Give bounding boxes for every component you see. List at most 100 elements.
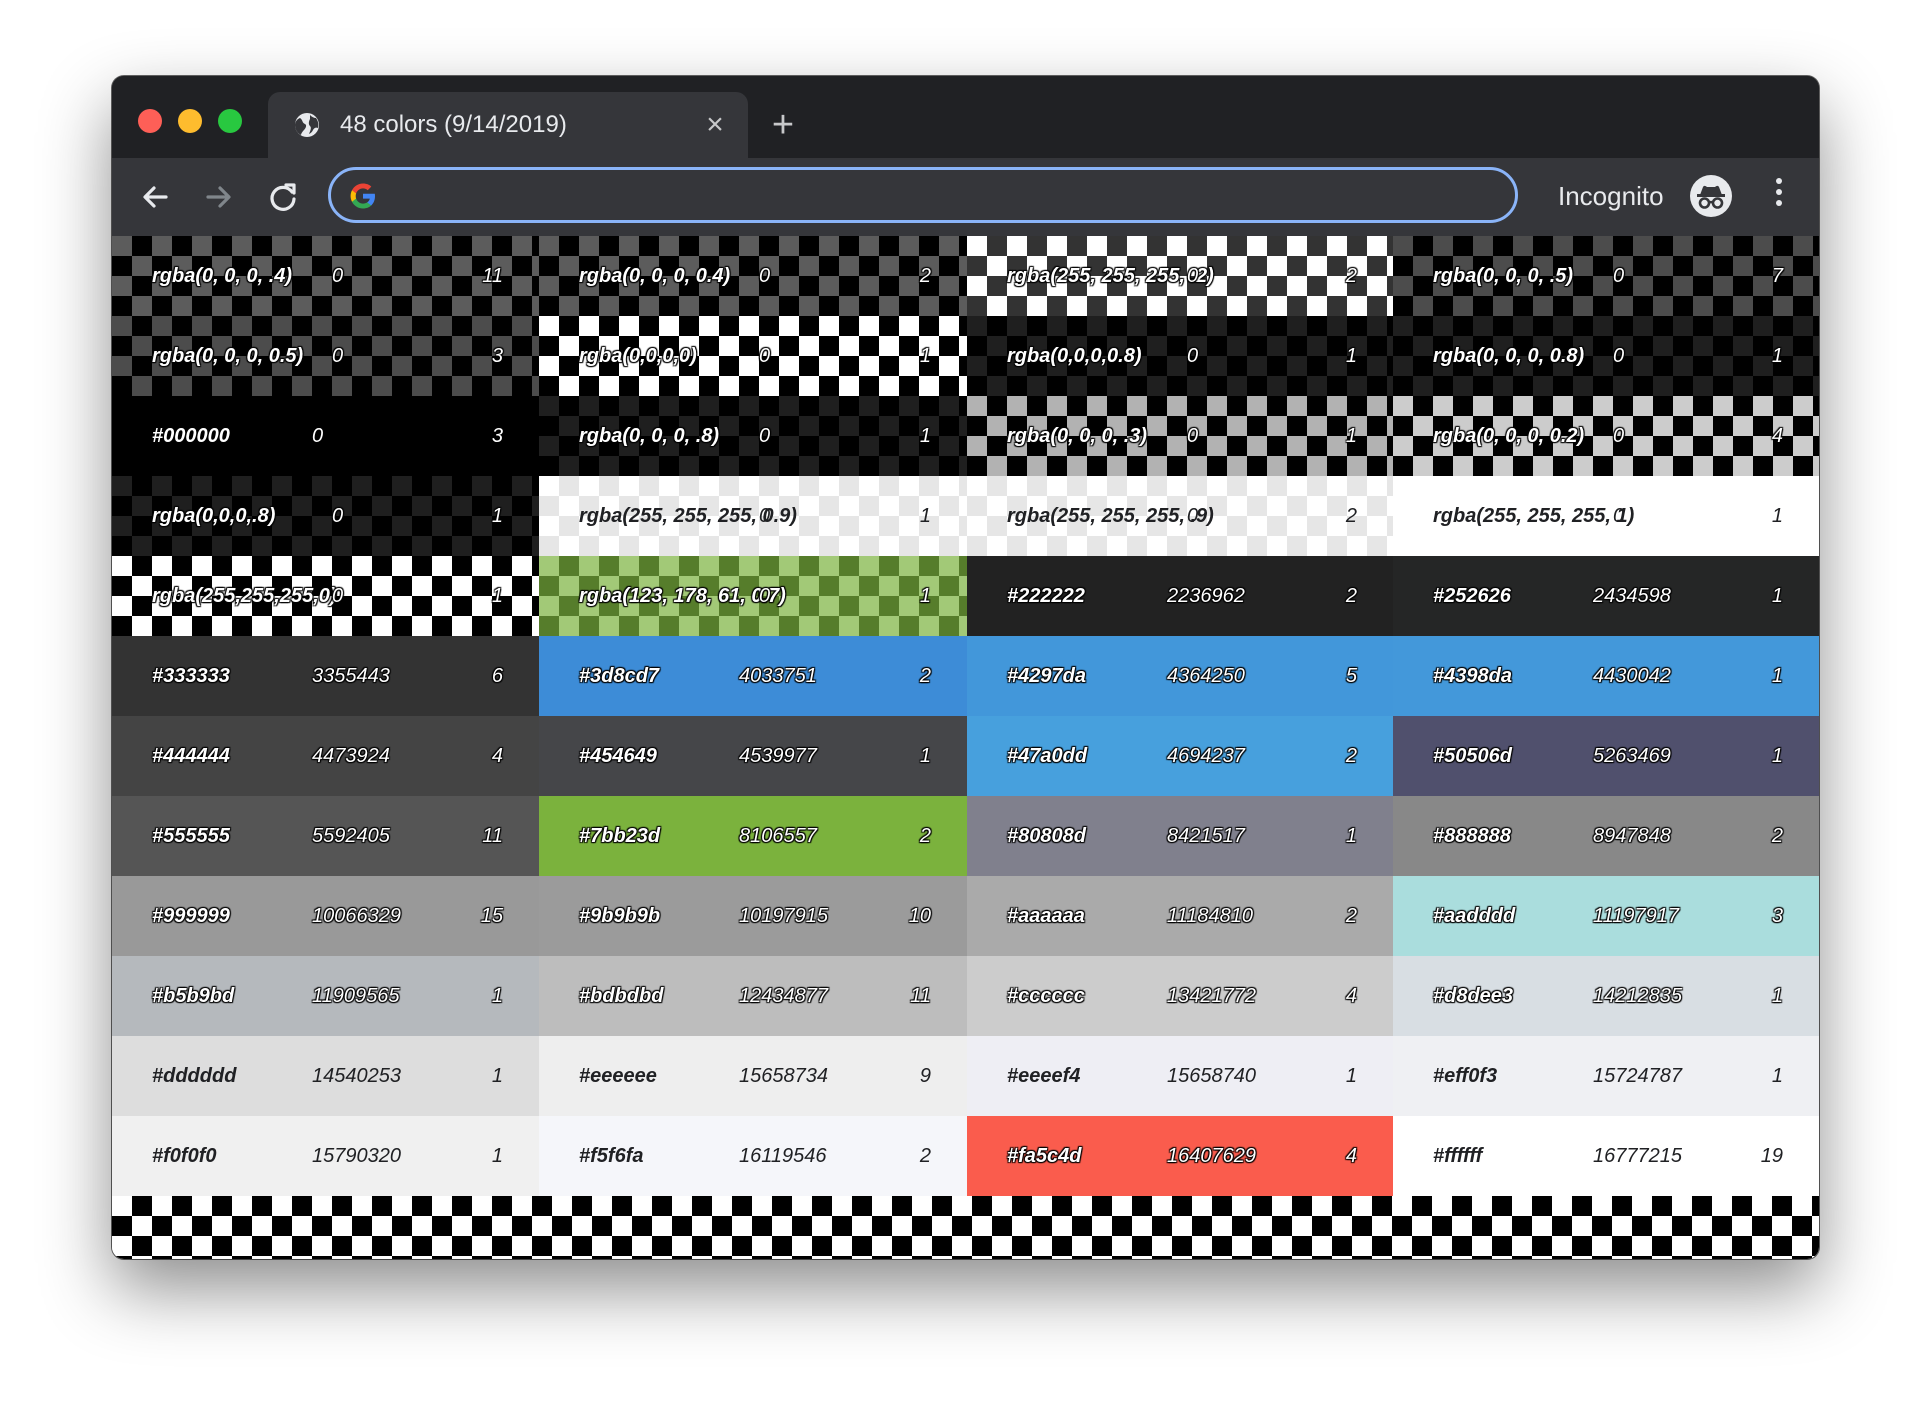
color-number: 16777215: [1593, 1145, 1682, 1167]
color-number: 8106557: [739, 825, 817, 847]
color-count: 1: [1345, 825, 1357, 847]
color-label: rgba(255,255,255,0): [152, 585, 337, 607]
color-cell: rgba(0, 0, 0, .5) 0 7: [1393, 236, 1819, 316]
color-count: 7: [1771, 265, 1783, 287]
color-count: 5: [1345, 665, 1357, 687]
color-number: 0: [759, 585, 771, 607]
color-cell: rgba(0, 0, 0, 0.5) 0 3: [112, 316, 539, 396]
color-number: 11197917: [1593, 905, 1680, 927]
color-cell: #333333 3355443 6: [112, 636, 539, 716]
color-count: 1: [1345, 345, 1357, 367]
color-count: 1: [919, 745, 931, 767]
color-cell: #aadddd 11197917 3: [1393, 876, 1819, 956]
color-number: 0: [759, 345, 771, 367]
zoom-window-button[interactable]: [218, 109, 242, 133]
new-tab-button[interactable]: +: [768, 106, 798, 144]
color-label: rgba(0, 0, 0, 0.8): [1433, 345, 1585, 367]
color-number: 0: [1613, 265, 1625, 287]
color-count: 1: [1771, 745, 1783, 767]
color-number: 15724787: [1593, 1065, 1682, 1087]
address-bar[interactable]: [328, 167, 1518, 223]
color-number: 8421517: [1167, 825, 1245, 847]
color-label: #333333: [152, 665, 230, 687]
color-cell: rgba(0, 0, 0, .3) 0 1: [967, 396, 1393, 476]
color-label: #f5f6fa: [579, 1145, 644, 1167]
color-count: 2: [1345, 585, 1357, 607]
globe-icon: [294, 112, 320, 138]
color-count: 1: [491, 505, 503, 527]
color-cell: #222222 2236962 2: [967, 556, 1393, 636]
color-number: 0: [1613, 345, 1625, 367]
color-number: 0: [332, 585, 344, 607]
page-content: rgba(0, 0, 0, .4) 0 11 rgba(0, 0, 0, 0.4) 0 2…: [112, 236, 1819, 1259]
color-label: #454649: [579, 745, 657, 767]
color-label: #252626: [1433, 585, 1511, 607]
color-cell: rgba(0,0,0,.8) 0 1: [112, 476, 539, 556]
color-number: 11909565: [312, 985, 400, 1007]
color-label: #4398da: [1433, 665, 1512, 687]
color-number: 2434598: [1593, 585, 1671, 607]
color-cell: #b5b9bd 11909565 1: [112, 956, 539, 1036]
color-cell: rgba(255, 255, 255, 1) 0 1: [1393, 476, 1819, 556]
color-label: rgba(0, 0, 0, 0.2): [1433, 425, 1585, 447]
back-arrow-icon[interactable]: [138, 180, 172, 214]
color-number: 0: [1613, 425, 1625, 447]
color-cell: #ffffff 16777215 19: [1393, 1116, 1819, 1196]
color-number: 2236962: [1167, 585, 1245, 607]
color-number: 11184810: [1167, 905, 1254, 927]
color-label: #888888: [1433, 825, 1511, 847]
color-number: 8947848: [1593, 825, 1671, 847]
color-label: rgba(255, 255, 255, .2): [1007, 265, 1214, 287]
color-cell: #cccccc 13421772 4: [967, 956, 1393, 1036]
color-count: 11: [482, 265, 503, 287]
color-label: #eff0f3: [1433, 1065, 1498, 1087]
color-label: #4297da: [1007, 665, 1086, 687]
color-count: 11: [910, 985, 931, 1007]
color-count: 3: [491, 345, 503, 367]
color-number: 0: [332, 505, 344, 527]
close-window-button[interactable]: [138, 109, 162, 133]
color-number: 0: [332, 265, 344, 287]
color-cell: #7bb23d 8106557 2: [539, 796, 967, 876]
color-label: #aaaaaa: [1007, 905, 1085, 927]
menu-icon[interactable]: [1772, 178, 1786, 216]
color-number: 0: [759, 265, 771, 287]
color-number: 3355443: [312, 665, 390, 687]
reload-icon[interactable]: [266, 180, 300, 214]
tab-title: 48 colors (9/14/2019): [340, 111, 567, 138]
color-number: 0: [1187, 345, 1199, 367]
active-tab[interactable]: 48 colors (9/14/2019) ×: [268, 92, 748, 158]
color-count: 11: [482, 825, 503, 847]
color-number: 0: [759, 505, 771, 527]
toolbar: Incognito: [112, 158, 1819, 236]
color-count: 1: [491, 985, 503, 1007]
color-label: #000000: [152, 425, 230, 447]
color-number: 0: [759, 425, 771, 447]
color-label: rgba(0, 0, 0, .8): [579, 425, 720, 447]
color-cell: rgba(0, 0, 0, .4) 0 11: [112, 236, 539, 316]
color-cell: #fa5c4d 16407629 4: [967, 1116, 1393, 1196]
color-label: rgba(0, 0, 0, .3): [1007, 425, 1148, 447]
color-cell: rgba(0, 0, 0, 0.2) 0 4: [1393, 396, 1819, 476]
color-count: 2: [1345, 265, 1357, 287]
color-grid: rgba(0, 0, 0, .4) 0 11 rgba(0, 0, 0, 0.4) 0 2…: [112, 236, 1819, 1196]
color-number: 10197915: [739, 905, 828, 927]
color-count: 1: [1771, 505, 1783, 527]
color-number: 4694237: [1167, 745, 1245, 767]
incognito-icon[interactable]: [1690, 175, 1732, 217]
color-cell: rgba(123, 178, 61, 0.7) 0 1: [539, 556, 967, 636]
color-cell: #dddddd 14540253 1: [112, 1036, 539, 1116]
minimize-window-button[interactable]: [178, 109, 202, 133]
color-cell: #aaaaaa 11184810 2: [967, 876, 1393, 956]
color-label: #555555: [152, 825, 230, 847]
color-count: 3: [491, 425, 503, 447]
color-count: 2: [919, 665, 931, 687]
forward-arrow-icon[interactable]: [202, 180, 236, 214]
color-count: 1: [1771, 585, 1783, 607]
color-label: #f0f0f0: [152, 1145, 217, 1167]
color-cell: #000000 0 3: [112, 396, 539, 476]
color-cell: #eeeef4 15658740 1: [967, 1036, 1393, 1116]
close-tab-icon[interactable]: ×: [702, 110, 728, 140]
color-label: #3d8cd7: [579, 665, 660, 687]
color-cell: rgba(255, 255, 255, .2) 0 2: [967, 236, 1393, 316]
